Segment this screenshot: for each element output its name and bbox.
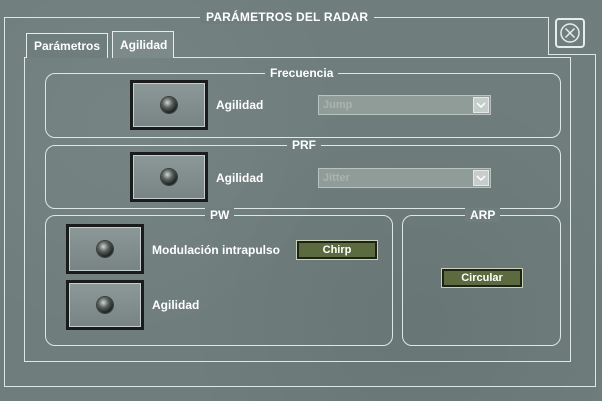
led-indicator-icon (97, 241, 113, 257)
button-face (69, 227, 141, 271)
button-label: Chirp (322, 244, 352, 256)
button-face (69, 283, 141, 327)
frame-top-left (4, 17, 200, 18)
group-title-arp: ARP (465, 208, 501, 222)
frame-right-step-h (548, 54, 596, 55)
tab-agilidad[interactable]: Agilidad (112, 31, 174, 58)
pw-agility-toggle[interactable] (66, 280, 144, 330)
panel-left (24, 57, 25, 362)
select-value: Jitter (323, 172, 350, 184)
window-title: PARÁMETROS DEL RADAR (200, 10, 375, 24)
select-value: Jump (323, 99, 353, 111)
button-face (133, 155, 205, 199)
pw-modulation-label: Modulación intrapulso (152, 243, 280, 257)
prf-agility-select[interactable]: Jitter (318, 168, 491, 188)
close-button[interactable] (555, 18, 585, 48)
panel-right (570, 57, 571, 362)
prf-agility-toggle[interactable] (130, 152, 208, 202)
frame-top-right (368, 17, 548, 18)
led-indicator-icon (161, 169, 177, 185)
frecuencia-agility-toggle[interactable] (130, 80, 208, 130)
panel-top (174, 57, 571, 58)
panel-bottom (24, 361, 571, 362)
group-title-frecuencia: Frecuencia (265, 66, 339, 80)
tab-parametros[interactable]: Parámetros (26, 33, 108, 58)
pw-modulation-toggle[interactable] (66, 224, 144, 274)
chevron-down-icon (473, 97, 489, 113)
chevron-down-icon (473, 170, 489, 186)
group-title-prf: PRF (287, 138, 321, 152)
frecuencia-agility-select[interactable]: Jump (318, 95, 491, 115)
tab-label: Parámetros (34, 39, 101, 53)
button-label: Circular (461, 272, 503, 284)
tab-label: Agilidad (120, 38, 168, 52)
led-indicator-icon (97, 297, 113, 313)
arp-value-button[interactable]: Circular (441, 268, 523, 288)
frame-right-step (548, 17, 549, 54)
close-circle-x-icon (560, 23, 580, 43)
led-indicator-icon (161, 97, 177, 113)
frame-bottom (4, 386, 596, 387)
frame-left (4, 17, 5, 387)
button-face (133, 83, 205, 127)
frecuencia-agility-label: Agilidad (216, 98, 264, 112)
prf-agility-label: Agilidad (216, 171, 264, 185)
frame-right (595, 54, 596, 387)
group-title-pw: PW (205, 208, 235, 222)
pw-agility-label: Agilidad (152, 298, 200, 312)
pw-modulation-value-button[interactable]: Chirp (296, 240, 378, 260)
